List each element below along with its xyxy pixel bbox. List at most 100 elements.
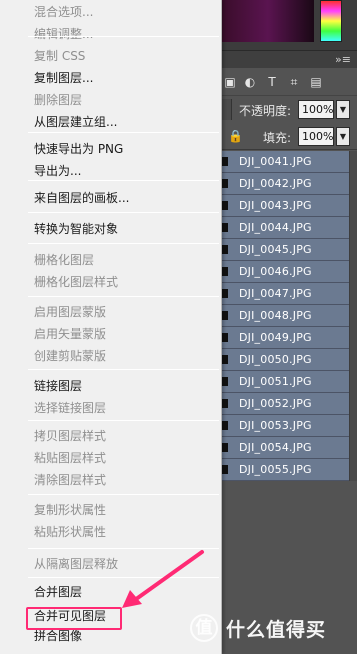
layer-row[interactable]: DJI_0051.JPG xyxy=(222,371,349,393)
layer-name: DJI_0053.JPG xyxy=(239,419,312,432)
menu-separator xyxy=(28,243,219,244)
image-filter-icon[interactable]: ▣ xyxy=(222,74,238,90)
menu-item-12[interactable]: 启用图层蒙版 xyxy=(34,302,106,322)
menu-item-10[interactable]: 栅格化图层 xyxy=(34,250,94,270)
type-filter-icon[interactable]: T xyxy=(264,74,280,90)
menu-item-4[interactable]: 删除图层 xyxy=(34,90,82,110)
menu-separator xyxy=(28,36,219,37)
layer-name: DJI_0050.JPG xyxy=(239,353,312,366)
layer-thumbnail xyxy=(222,223,228,232)
layer-row[interactable]: DJI_0043.JPG xyxy=(222,195,349,217)
menu-item-3[interactable]: 复制图层... xyxy=(34,68,93,88)
menu-item-21[interactable]: 粘贴形状属性 xyxy=(34,522,106,542)
layer-name: DJI_0047.JPG xyxy=(239,287,312,300)
layer-row[interactable]: DJI_0046.JPG xyxy=(222,261,349,283)
menu-item-15[interactable]: 链接图层 xyxy=(34,376,82,396)
menu-item-22[interactable]: 从隔离图层释放 xyxy=(34,554,118,574)
layer-name: DJI_0044.JPG xyxy=(239,221,312,234)
layer-row[interactable]: DJI_0041.JPG xyxy=(222,151,349,173)
menu-item-11[interactable]: 栅格化图层样式 xyxy=(34,272,118,292)
layer-thumbnail xyxy=(222,333,228,342)
color-picker[interactable] xyxy=(222,0,357,50)
adjustment-filter-icon[interactable]: ◐ xyxy=(242,74,258,90)
menu-item-16[interactable]: 选择链接图层 xyxy=(34,398,106,418)
menu-item-7[interactable]: 导出为... xyxy=(34,161,81,181)
opacity-row: 不透明度: 100% ▼ xyxy=(222,97,357,123)
layer-name: DJI_0042.JPG xyxy=(239,177,312,190)
layer-row[interactable]: DJI_0054.JPG xyxy=(222,437,349,459)
layer-thumbnail xyxy=(222,443,228,452)
menu-item-2[interactable]: 复制 CSS xyxy=(34,46,85,66)
layer-name: DJI_0049.JPG xyxy=(239,331,312,344)
layer-name: DJI_0054.JPG xyxy=(239,441,312,454)
menu-item-0[interactable]: 混合选项... xyxy=(34,2,93,22)
layer-row[interactable]: DJI_0052.JPG xyxy=(222,393,349,415)
layer-row[interactable]: DJI_0049.JPG xyxy=(222,327,349,349)
watermark-logo-icon: 值 xyxy=(190,614,218,642)
fill-input[interactable]: 100% xyxy=(298,127,334,146)
fill-label: 填充: xyxy=(263,131,292,145)
layer-thumbnail xyxy=(222,465,228,474)
menu-separator xyxy=(28,180,219,181)
hue-slider[interactable] xyxy=(320,0,342,42)
menu-item-9[interactable]: 转换为智能对象 xyxy=(34,219,118,239)
smart-object-filter-icon[interactable]: ▤ xyxy=(308,74,324,90)
layer-filter-row: ▣ ◐ T ⌗ ▤ xyxy=(222,68,357,96)
layer-thumbnail xyxy=(222,245,228,254)
layer-list: DJI_0041.JPG DJI_0042.JPG DJI_0043.JPG DJI_… xyxy=(222,151,349,481)
opacity-input[interactable]: 100% xyxy=(298,100,334,119)
menu-item-17[interactable]: 拷贝图层样式 xyxy=(34,426,106,446)
menu-item-19[interactable]: 清除图层样式 xyxy=(34,470,106,490)
layer-row[interactable]: DJI_0053.JPG xyxy=(222,415,349,437)
menu-item-6[interactable]: 快速导出为 PNG xyxy=(34,139,123,159)
panel-menu-icon[interactable]: »≡ xyxy=(335,53,351,66)
menu-item-13[interactable]: 启用矢量蒙版 xyxy=(34,324,106,344)
layer-name: DJI_0051.JPG xyxy=(239,375,312,388)
layer-name: DJI_0043.JPG xyxy=(239,199,312,212)
blend-mode-dropdown[interactable] xyxy=(222,99,232,120)
opacity-dropdown-arrow-icon[interactable]: ▼ xyxy=(336,100,350,119)
menu-separator xyxy=(28,132,219,133)
layer-row[interactable]: DJI_0042.JPG xyxy=(222,173,349,195)
layer-name: DJI_0045.JPG xyxy=(239,243,312,256)
layer-thumbnail xyxy=(222,201,228,210)
layer-list-scrollbar[interactable] xyxy=(349,151,357,481)
layer-thumbnail xyxy=(222,179,228,188)
panel-tab-bar: »≡ xyxy=(222,50,357,68)
layer-thumbnail xyxy=(222,267,228,276)
layer-name: DJI_0048.JPG xyxy=(239,309,312,322)
watermark: 值 什么值得买 xyxy=(190,612,357,644)
menu-item-8[interactable]: 来自图层的画板... xyxy=(34,188,129,208)
menu-item-23[interactable]: 合并图层 xyxy=(34,582,82,602)
layer-thumbnail xyxy=(222,311,228,320)
layer-thumbnail xyxy=(222,355,228,364)
callout-arrow-icon xyxy=(122,550,204,608)
color-field[interactable] xyxy=(222,0,314,42)
layer-row[interactable]: DJI_0045.JPG xyxy=(222,239,349,261)
menu-item-14[interactable]: 创建剪贴蒙版 xyxy=(34,346,106,366)
layer-thumbnail xyxy=(222,421,228,430)
highlight-box xyxy=(26,607,122,630)
layer-row[interactable]: DJI_0047.JPG xyxy=(222,283,349,305)
shape-filter-icon[interactable]: ⌗ xyxy=(286,74,302,90)
layer-row[interactable]: DJI_0044.JPG xyxy=(222,217,349,239)
layer-name: DJI_0046.JPG xyxy=(239,265,312,278)
menu-separator xyxy=(28,494,219,495)
layer-thumbnail xyxy=(222,157,228,166)
layer-thumbnail xyxy=(222,289,228,298)
fill-row: 🔒 填充: 100% ▼ xyxy=(222,124,357,150)
layer-row[interactable]: DJI_0050.JPG xyxy=(222,349,349,371)
fill-dropdown-arrow-icon[interactable]: ▼ xyxy=(336,127,350,146)
layer-thumbnail xyxy=(222,399,228,408)
menu-item-18[interactable]: 粘贴图层样式 xyxy=(34,448,106,468)
menu-item-1[interactable]: 编辑调整... xyxy=(34,24,93,44)
layer-row[interactable]: DJI_0055.JPG xyxy=(222,459,349,481)
layer-thumbnail xyxy=(222,377,228,386)
lock-icon[interactable]: 🔒 xyxy=(228,129,243,143)
menu-item-5[interactable]: 从图层建立组... xyxy=(34,112,117,132)
menu-item-20[interactable]: 复制形状属性 xyxy=(34,500,106,520)
menu-separator xyxy=(28,420,219,421)
menu-separator xyxy=(28,369,219,370)
menu-separator xyxy=(28,296,219,297)
layer-row[interactable]: DJI_0048.JPG xyxy=(222,305,349,327)
